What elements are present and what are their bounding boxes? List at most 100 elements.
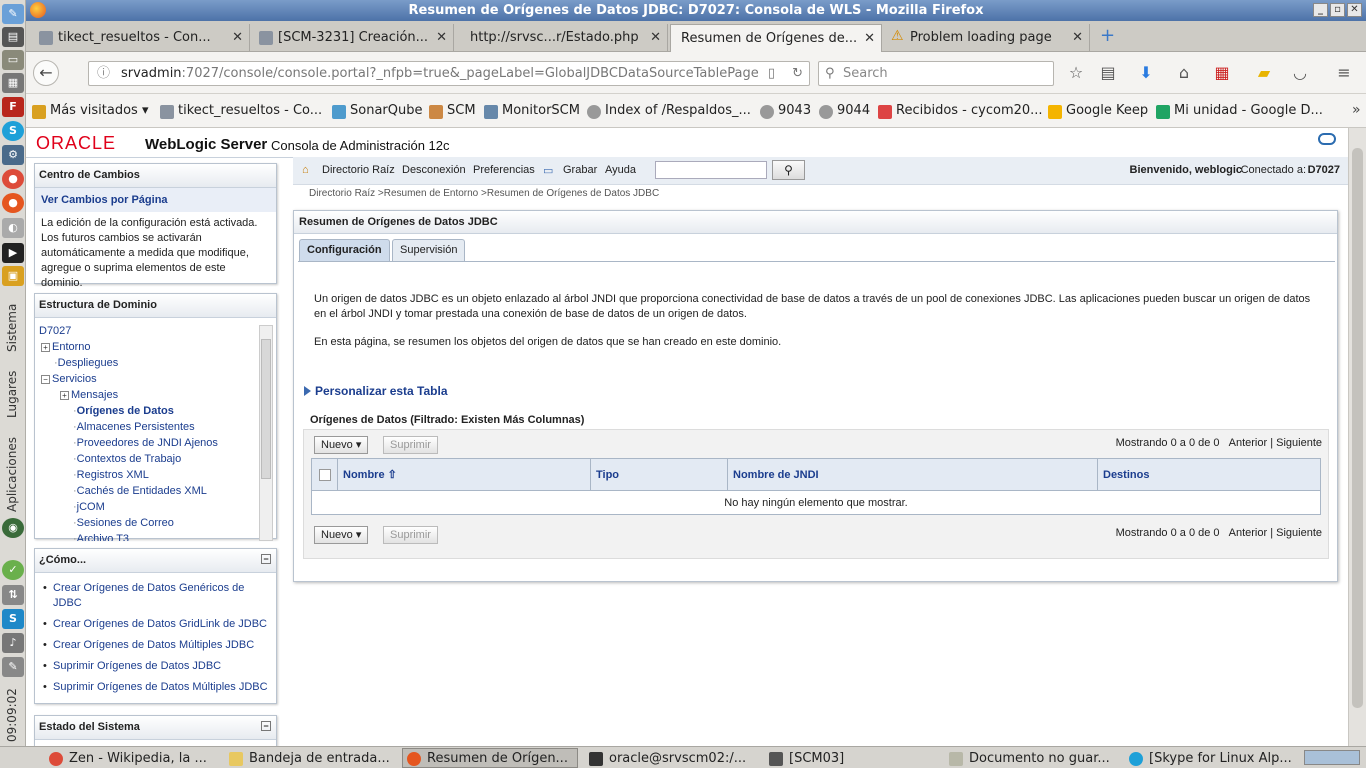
extension-icon[interactable]: ▦ [1212, 63, 1232, 83]
bookmark-monitorscm[interactable]: MonitorSCM [484, 103, 580, 119]
home-link[interactable]: Directorio Raíz [322, 164, 395, 176]
expand-icon[interactable]: + [41, 342, 50, 352]
taskbar-item-zen[interactable]: Zen - Wikipedia, la ... [44, 748, 216, 768]
back-button[interactable]: ← [33, 60, 59, 86]
filezilla-icon[interactable]: F [2, 97, 24, 117]
close-icon[interactable]: ✕ [864, 25, 875, 52]
scroll-thumb[interactable] [1352, 148, 1363, 708]
pencil-icon[interactable]: ✎ [2, 657, 24, 677]
check-icon[interactable]: ✓ [2, 560, 24, 580]
next-link[interactable]: Siguiente [1276, 527, 1322, 539]
tree-item-d7027[interactable]: D7027 [39, 323, 71, 339]
tab-tickets[interactable]: tikect_resueltos - Con... ✕ [32, 24, 250, 52]
tree-item-sesiones-correo[interactable]: ·Sesiones de Correo [73, 515, 174, 531]
howto-link[interactable]: Crear Orígenes de Datos Genéricos de JDB… [41, 581, 270, 611]
skype-icon[interactable]: S [2, 121, 24, 141]
reading-list-icon[interactable]: ▤ [1098, 63, 1118, 83]
taskbar-item-terminal[interactable]: oracle@srvscm02:/... [584, 748, 756, 768]
taskbar-item-resumen[interactable]: Resumen de Orígen... [402, 748, 578, 768]
sistema-menu[interactable]: Sistema [5, 304, 19, 352]
console-search-button[interactable]: ⚲ [772, 160, 805, 180]
tree-item-entorno[interactable]: + Entorno [41, 339, 91, 355]
clock[interactable]: 09:09:02 [5, 688, 19, 742]
collapse-icon[interactable]: − [41, 374, 50, 384]
reader-icon[interactable]: ▯ [763, 62, 779, 85]
lugares-menu[interactable]: Lugares [5, 371, 19, 418]
tree-item-caches-xml[interactable]: ·Cachés de Entidades XML [73, 483, 207, 499]
scroll-thumb[interactable] [261, 339, 271, 479]
url-bar[interactable]: ⓘ srvadmin:7027/console/console.portal?_… [88, 61, 810, 86]
tab-supervision[interactable]: Supervisión [392, 239, 466, 261]
collapse-icon[interactable]: − [261, 554, 271, 564]
terminal-icon[interactable]: ▤ [2, 27, 24, 47]
settings-icon[interactable]: ⚙ [2, 145, 24, 165]
tab-problem[interactable]: ⚠ Problem loading page ✕ [884, 24, 1090, 52]
console-icon[interactable]: ◐ [2, 218, 24, 238]
delete-button-bottom[interactable]: Suprimir [383, 526, 438, 544]
help-link[interactable]: Ayuda [605, 164, 636, 176]
pocket-icon[interactable]: ◡ [1290, 63, 1310, 83]
tab-configuracion[interactable]: Configuración [299, 239, 390, 261]
bookmark-tickets[interactable]: tikect_resueltos - Co... [160, 103, 322, 119]
column-header-jndi[interactable]: Nombre de JNDI [727, 458, 1098, 491]
taskbar-item-documento[interactable]: Documento no guar... [944, 748, 1116, 768]
search-input[interactable]: ⚲ Search [818, 61, 1054, 86]
console-search-input[interactable] [655, 161, 767, 179]
pencil-icon[interactable]: ✎ [2, 4, 24, 24]
bookmark-9043[interactable]: 9043 [760, 103, 811, 119]
tab-scm[interactable]: [SCM-3231] Creación... ✕ [252, 24, 454, 52]
bookmark-mi-unidad[interactable]: Mi unidad - Google D... [1156, 103, 1323, 119]
info-icon[interactable]: ⓘ [97, 62, 110, 85]
howto-link[interactable]: Suprimir Orígenes de Datos Múltiples JDB… [41, 680, 270, 695]
bookmark-mas-visitados[interactable]: Más visitados ▾ [32, 103, 148, 119]
howto-link[interactable]: Crear Orígenes de Datos GridLink de JDBC [41, 617, 270, 632]
tree-item-contextos[interactable]: ·Contextos de Trabajo [73, 451, 181, 467]
new-tab-button[interactable]: + [1100, 27, 1115, 45]
chrome-icon[interactable]: ● [2, 169, 24, 189]
breadcrumb[interactable]: Directorio Raíz >Resumen de Entorno >Res… [309, 188, 659, 199]
prev-link[interactable]: Anterior [1229, 437, 1268, 449]
collapse-icon[interactable]: − [261, 721, 271, 731]
bookmark-9044[interactable]: 9044 [819, 103, 870, 119]
bookmark-star-icon[interactable]: ☆ [1066, 63, 1086, 83]
preferences-link[interactable]: Preferencias [473, 164, 535, 176]
taskbar-item-bandeja[interactable]: Bandeja de entrada... [224, 748, 396, 768]
bookmark-recibidos[interactable]: Recibidos - cycom20... [878, 103, 1043, 119]
view-changes-link[interactable]: Ver Cambios por Página [35, 188, 276, 212]
home-icon[interactable]: ⌂ [1174, 63, 1194, 83]
customize-table-link[interactable]: Personalizar esta Tabla [304, 384, 448, 398]
new-button[interactable]: Nuevo ▾ [314, 436, 369, 454]
delete-button[interactable]: Suprimir [383, 436, 438, 454]
workspace-switcher[interactable] [1304, 750, 1360, 765]
tree-item-origenes-de-datos[interactable]: ·Orígenes de Datos [73, 403, 174, 419]
firefox-icon[interactable]: ● [2, 193, 24, 213]
record-link[interactable]: Grabar [563, 164, 597, 176]
close-icon[interactable]: ✕ [650, 24, 661, 51]
notes-icon[interactable]: ▰ [1254, 63, 1274, 83]
close-button[interactable]: ✕ [1347, 3, 1362, 17]
folder-icon[interactable]: ▭ [2, 50, 24, 70]
column-header-tipo[interactable]: Tipo [590, 458, 728, 491]
tree-item-despliegues[interactable]: ·Despliegues [54, 355, 118, 371]
tree-scrollbar[interactable] [259, 325, 273, 541]
next-link[interactable]: Siguiente [1276, 437, 1322, 449]
sort-asc-icon[interactable]: ⇧ [388, 469, 397, 481]
tree-item-registros-xml[interactable]: ·Registros XML [73, 467, 149, 483]
minimize-button[interactable]: _ [1313, 3, 1328, 17]
logout-link[interactable]: Desconexión [402, 164, 466, 176]
howto-link[interactable]: Crear Orígenes de Datos Múltiples JDBC [41, 638, 270, 653]
tab-estado[interactable]: http://srvsc...r/Estado.php ✕ [456, 24, 668, 52]
close-icon[interactable]: ✕ [1072, 24, 1083, 51]
bookmark-scm[interactable]: SCM [429, 103, 476, 119]
network-icon[interactable]: ▦ [2, 73, 24, 93]
tab-resumen[interactable]: Resumen de Orígenes de... ✕ [670, 24, 882, 52]
bookmark-index[interactable]: Index of /Respaldos_... [587, 103, 751, 119]
status-icon[interactable]: ◉ [2, 518, 24, 538]
tree-item-almacenes[interactable]: ·Almacenes Persistentes [73, 419, 195, 435]
bookmark-google-keep[interactable]: Google Keep [1048, 103, 1148, 119]
volume-icon[interactable]: ♪ [2, 633, 24, 653]
network-icon[interactable]: ⇅ [2, 585, 24, 605]
tree-item-jcom[interactable]: ·jCOM [73, 499, 105, 515]
aplicaciones-menu[interactable]: Aplicaciones [5, 437, 19, 512]
column-header-nombre[interactable]: Nombre ⇧ [337, 458, 591, 491]
